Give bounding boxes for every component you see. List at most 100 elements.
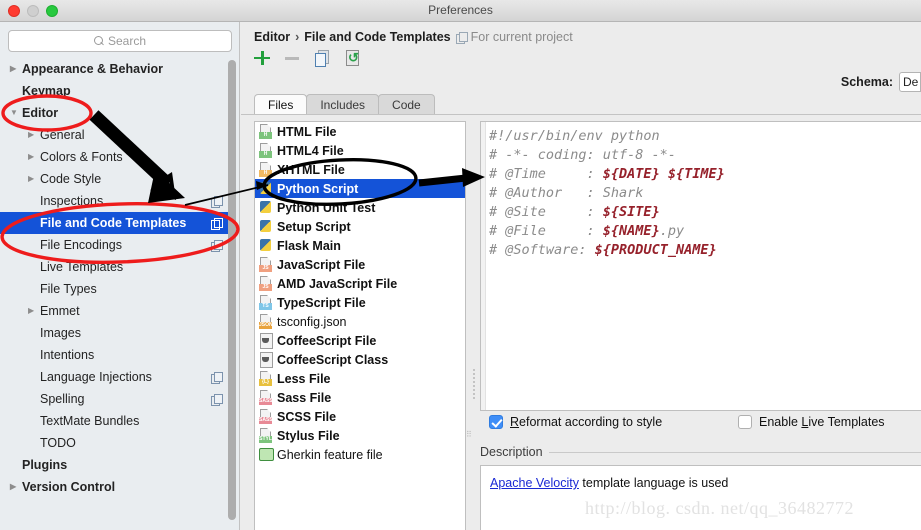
list-item[interactable]: H HTML File [255, 122, 465, 141]
list-item[interactable]: CoffeeScript File [255, 331, 465, 350]
reset-button[interactable] [343, 49, 361, 67]
list-item[interactable]: Python Unit Test [255, 198, 465, 217]
remove-button[interactable] [283, 49, 301, 67]
sidebar-item-inspections[interactable]: ▶Inspections [0, 190, 232, 212]
list-item-label: XHTML File [277, 162, 345, 177]
chevron-right-icon[interactable]: ▶ [28, 131, 40, 139]
reformat-checkbox[interactable]: Reformat according to style [489, 415, 662, 429]
add-button[interactable] [253, 49, 271, 67]
sidebar-item-label: Images [40, 326, 81, 340]
code-comment: # @Software: [489, 242, 595, 258]
sidebar-item-file-types[interactable]: ▶File Types [0, 278, 232, 300]
apache-velocity-link[interactable]: Apache Velocity [490, 476, 579, 490]
sidebar-item-label: Intentions [40, 348, 95, 362]
list-item[interactable]: JS AMD JavaScript File [255, 274, 465, 293]
html4-file-icon: H [259, 143, 272, 158]
sidebar-item-colors-fonts[interactable]: ▶ Colors & Fonts [0, 146, 232, 168]
list-item[interactable]: Setup Script [255, 217, 465, 236]
list-item[interactable]: JS JavaScript File [255, 255, 465, 274]
coffeescript-file-icon [259, 333, 273, 349]
list-item[interactable]: H XHTML File [255, 160, 465, 179]
chevron-right-icon[interactable]: ▶ [10, 65, 22, 73]
sidebar-item-general[interactable]: ▶ General [0, 124, 232, 146]
sidebar-item-images[interactable]: ▶Images [0, 322, 232, 344]
search-input[interactable]: Search [8, 30, 232, 52]
sidebar-item-language-injections[interactable]: ▶Language Injections [0, 366, 232, 388]
chevron-right-icon[interactable]: ▶ [28, 153, 40, 161]
watermark: http://blog. csdn. net/qq_36482772 [585, 498, 854, 518]
sidebar-item-todo[interactable]: ▶TODO [0, 432, 232, 454]
list-item-label: AMD JavaScript File [277, 276, 398, 291]
checkbox-box-checked[interactable] [489, 415, 503, 429]
chevron-right-icon[interactable]: ▶ [28, 175, 40, 183]
copy-button[interactable] [313, 49, 331, 67]
code-comment: # @Author : Shark [489, 185, 644, 201]
schema-dropdown[interactable]: De [899, 72, 921, 92]
list-item-label: tsconfig.json [277, 314, 347, 329]
list-item[interactable]: {L} Less File [255, 369, 465, 388]
javascript-file-icon: JS [259, 276, 272, 291]
sidebar-item-label: Emmet [40, 304, 80, 318]
sidebar-item-intentions[interactable]: ▶Intentions [0, 344, 232, 366]
live-templates-label: Enable Live Templates [759, 415, 885, 429]
checkbox-box-unchecked[interactable] [738, 415, 752, 429]
sidebar-item-label: Inspections [40, 194, 104, 208]
chevron-right-icon[interactable]: ▶ [10, 483, 22, 491]
javascript-file-icon: JS [259, 257, 272, 272]
list-item[interactable]: Flask Main [255, 236, 465, 255]
list-item[interactable]: JSON tsconfig.json [255, 312, 465, 331]
chevron-down-icon[interactable]: ▼ [10, 109, 22, 117]
typescript-file-icon: TS [259, 295, 272, 310]
sidebar-item-spelling[interactable]: ▶Spelling [0, 388, 232, 410]
live-templates-checkbox[interactable]: Enable Live Templates [738, 415, 885, 429]
breadcrumb-separator: › [295, 30, 300, 44]
splitter-handle[interactable] [469, 367, 479, 407]
chevron-right-icon[interactable]: ▶ [28, 307, 40, 315]
list-item[interactable]: TS TypeScript File [255, 293, 465, 312]
tab-files[interactable]: Files [254, 94, 308, 115]
tab-code[interactable]: Code [378, 94, 435, 115]
description-divider [548, 451, 921, 453]
sidebar-item-label: File Encodings [40, 238, 122, 252]
scope-note: For current project [455, 30, 573, 44]
sidebar-item-keymap[interactable]: ▶Keymap [0, 80, 232, 102]
python-file-icon [259, 200, 272, 215]
list-item[interactable]: Python Script [255, 179, 465, 198]
list-item[interactable]: STYL Stylus File [255, 426, 465, 445]
sidebar-item-code-style[interactable]: ▶ Code Style [0, 168, 232, 190]
list-item[interactable]: SASS Sass File [255, 388, 465, 407]
sidebar-item-label: Version Control [22, 480, 116, 494]
sidebar-item-live-templates[interactable]: ▶Live Templates [0, 256, 232, 278]
code-line: # @Site : ${SITE} [489, 203, 919, 222]
sidebar-item-file-encodings[interactable]: ▶File Encodings [0, 234, 232, 256]
list-item-label: Stylus File [277, 428, 340, 443]
list-item-label: SCSS File [277, 409, 337, 424]
sidebar-item-editor[interactable]: ▼ Editor [0, 102, 232, 124]
template-file-list[interactable]: H HTML File H HTML4 File H XHTML File Python S… [254, 121, 466, 530]
tab-includes[interactable]: Includes [306, 94, 380, 115]
sidebar-item-plugins[interactable]: ▶Plugins [0, 454, 232, 476]
list-item[interactable]: H HTML4 File [255, 141, 465, 160]
list-item-label: HTML File [277, 124, 337, 139]
breadcrumb-parent[interactable]: Editor [254, 30, 290, 44]
sidebar-item-emmet[interactable]: ▶ Emmet [0, 300, 232, 322]
template-editor[interactable]: #!/usr/bin/env python # -*- coding: utf-8… [480, 121, 921, 411]
sidebar-item-appearance-behavior[interactable]: ▶ Appearance & Behavior [0, 58, 232, 80]
sidebar-item-label: TODO [40, 436, 76, 450]
editor-code[interactable]: #!/usr/bin/env python # -*- coding: utf-8… [489, 127, 919, 260]
code-line: # @Author : Shark [489, 184, 919, 203]
sidebar-item-version-control[interactable]: ▶ Version Control [0, 476, 232, 498]
list-item-label: TypeScript File [277, 295, 366, 310]
list-item[interactable]: Gherkin feature file [255, 445, 465, 464]
page-title: File and Code Templates [304, 30, 451, 44]
json-file-icon: JSON [259, 314, 273, 329]
list-item[interactable]: SASS SCSS File [255, 407, 465, 426]
sidebar-item-file-and-code-templates[interactable]: ▶File and Code Templates [0, 212, 232, 234]
copy-icon [211, 371, 223, 384]
sidebar-item-label: Colors & Fonts [40, 150, 123, 164]
list-item-label: JavaScript File [277, 257, 366, 272]
sidebar-scrollbar[interactable] [228, 60, 236, 520]
list-item[interactable]: CoffeeScript Class [255, 350, 465, 369]
title-bar: Preferences [0, 0, 921, 22]
sidebar-item-textmate-bundles[interactable]: ▶TextMate Bundles [0, 410, 232, 432]
